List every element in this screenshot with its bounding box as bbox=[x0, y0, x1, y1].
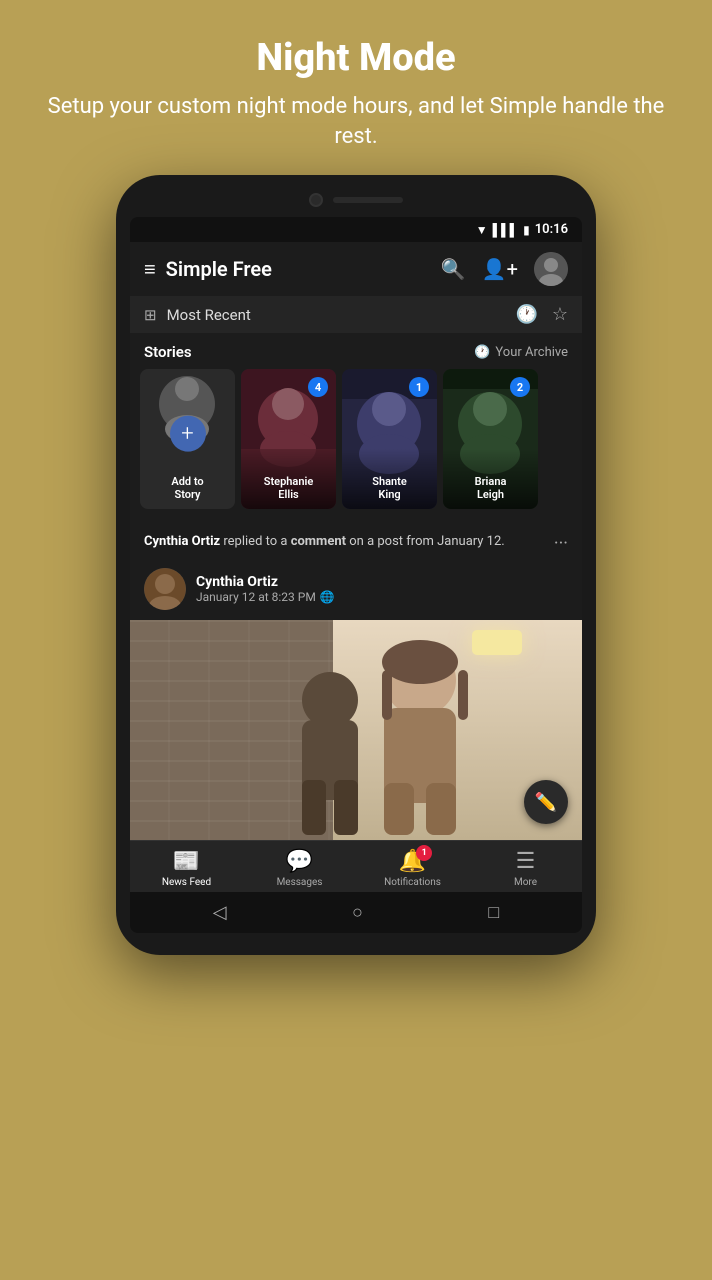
notification-badge: 1 bbox=[416, 845, 432, 861]
messages-label: Messages bbox=[277, 877, 323, 888]
more-icon: ☰ bbox=[516, 849, 536, 874]
post-image: ✏️ bbox=[130, 620, 582, 840]
comment-word: comment bbox=[291, 534, 346, 549]
add-story-plus-icon[interactable]: + bbox=[170, 416, 206, 452]
app-bar-icons: 🔍 👤+ bbox=[441, 252, 568, 286]
globe-icon: 🌐 bbox=[320, 590, 335, 604]
profile-avatar[interactable] bbox=[534, 252, 568, 286]
post-author-row: Cynthia Ortiz January 12 at 8:23 PM 🌐 bbox=[130, 562, 582, 620]
app-bar: ≡ Simple Free 🔍 👤+ bbox=[130, 242, 582, 296]
add-story-label: Add to Story bbox=[140, 475, 235, 501]
system-nav: ◁ ○ □ bbox=[130, 892, 582, 933]
status-bar: ▼ ▌▌▌ ▮ 10:16 bbox=[130, 217, 582, 242]
author-name: Cynthia Ortiz bbox=[196, 574, 335, 590]
archive-button[interactable]: 🕐 Your Archive bbox=[474, 345, 568, 360]
back-button[interactable]: ◁ bbox=[213, 902, 227, 923]
page-header: Night Mode Setup your custom night mode … bbox=[0, 0, 712, 175]
recent-button[interactable]: □ bbox=[488, 902, 499, 923]
phone-speaker bbox=[333, 197, 403, 203]
search-icon[interactable]: 🔍 bbox=[441, 257, 466, 281]
status-icons: ▼ ▌▌▌ ▮ 10:16 bbox=[476, 222, 568, 237]
status-time: 10:16 bbox=[535, 222, 568, 237]
app-title: Simple Free bbox=[166, 257, 431, 281]
author-date: January 12 at 8:23 PM 🌐 bbox=[196, 590, 335, 604]
stories-header: Stories 🕐 Your Archive bbox=[130, 333, 582, 369]
archive-icon: 🕐 bbox=[474, 345, 490, 360]
post-header: Cynthia Ortiz replied to a comment on a … bbox=[130, 521, 582, 562]
commenter-name: Cynthia Ortiz bbox=[144, 534, 220, 549]
clock-icon[interactable]: 🕐 bbox=[515, 304, 537, 325]
nav-item-notifications[interactable]: 🔔 1 Notifications bbox=[356, 849, 469, 888]
messages-icon: 💬 bbox=[286, 849, 313, 874]
archive-label: Your Archive bbox=[495, 345, 568, 360]
story-card-briana[interactable]: 2 BrianaLeigh bbox=[443, 369, 538, 509]
battery-icon: ▮ bbox=[523, 223, 530, 237]
notifications-label: Notifications bbox=[384, 877, 441, 888]
author-avatar bbox=[144, 568, 186, 610]
bottom-nav: 📰 News Feed 💬 Messages 🔔 1 Notifications… bbox=[130, 840, 582, 892]
page-title: Night Mode bbox=[40, 36, 672, 80]
post-more-icon[interactable]: ··· bbox=[554, 533, 568, 554]
add-story-card[interactable]: + Add to Story bbox=[140, 369, 235, 509]
author-info: Cynthia Ortiz January 12 at 8:23 PM 🌐 bbox=[196, 574, 335, 604]
newsfeed-icon: 📰 bbox=[173, 849, 200, 874]
nav-item-newsfeed[interactable]: 📰 News Feed bbox=[130, 849, 243, 888]
nav-item-more[interactable]: ☰ More bbox=[469, 849, 582, 888]
filter-actions: 🕐 ☆ bbox=[515, 304, 568, 325]
nav-item-messages[interactable]: 💬 Messages bbox=[243, 849, 356, 888]
story-name-stephanie: StephanieEllis bbox=[241, 475, 336, 501]
post-meta-text: Cynthia Ortiz replied to a comment on a … bbox=[144, 533, 554, 551]
filter-icon: ⊞ bbox=[144, 306, 157, 324]
page-subtitle: Setup your custom night mode hours, and … bbox=[40, 92, 672, 151]
newsfeed-label: News Feed bbox=[162, 877, 211, 888]
story-card-shante[interactable]: 1 ShanteKing bbox=[342, 369, 437, 509]
filter-bar: ⊞ Most Recent 🕐 ☆ bbox=[130, 296, 582, 333]
phone-screen: ▼ ▌▌▌ ▮ 10:16 ≡ Simple Free 🔍 👤+ bbox=[130, 217, 582, 933]
story-name-briana: BrianaLeigh bbox=[443, 475, 538, 501]
stories-label: Stories bbox=[144, 343, 192, 361]
story-card-stephanie[interactable]: 4 StephanieEllis bbox=[241, 369, 336, 509]
hamburger-icon[interactable]: ≡ bbox=[144, 257, 156, 282]
home-button[interactable]: ○ bbox=[352, 902, 363, 923]
phone-shell: ▼ ▌▌▌ ▮ 10:16 ≡ Simple Free 🔍 👤+ bbox=[116, 175, 596, 955]
notification-badge-wrapper: 🔔 1 bbox=[399, 849, 426, 874]
phone-camera bbox=[309, 193, 323, 207]
story-name-shante: ShanteKing bbox=[342, 475, 437, 501]
star-icon[interactable]: ☆ bbox=[552, 304, 568, 325]
edit-icon: ✏️ bbox=[535, 792, 557, 813]
more-label: More bbox=[514, 877, 537, 888]
signal-icon: ▌▌▌ bbox=[493, 223, 519, 237]
wifi-icon: ▼ bbox=[476, 223, 488, 237]
stories-row: + Add to Story bbox=[130, 369, 582, 521]
filter-label[interactable]: Most Recent bbox=[167, 306, 506, 324]
phone-top-bar bbox=[130, 193, 582, 207]
add-friend-icon[interactable]: 👤+ bbox=[482, 257, 518, 281]
